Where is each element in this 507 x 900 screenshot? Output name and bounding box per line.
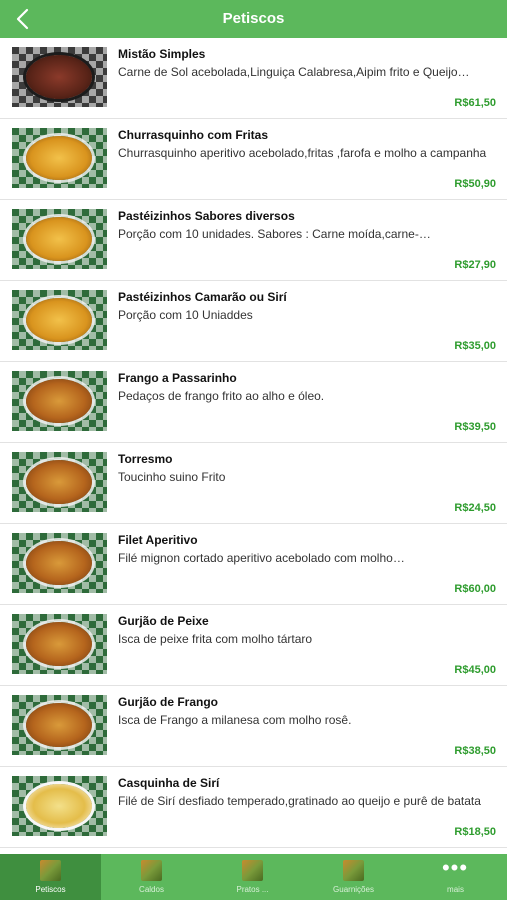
item-title: Churrasquinho com Fritas xyxy=(118,128,269,142)
item-title: Torresmo xyxy=(118,452,173,466)
item-title: Pastéizinhos Sabores diversos xyxy=(118,209,295,223)
item-title: Pastéizinhos Camarão ou Sirí xyxy=(118,290,287,304)
item-description: Porção com 10 Uniaddes xyxy=(118,308,253,322)
tab-petiscos[interactable]: Petiscos xyxy=(0,854,101,900)
tab-label: Caldos xyxy=(139,885,164,894)
pratos-food-icon xyxy=(242,860,263,881)
item-price: R$45,00 xyxy=(454,664,496,676)
tab-label: mais xyxy=(447,885,464,894)
item-thumbnail xyxy=(12,695,107,755)
petiscos-food-icon xyxy=(40,860,61,881)
tab-label: Guarnições xyxy=(333,885,374,894)
list-item[interactable]: Casquinha de Sirí Filé de Sirí desfiado … xyxy=(0,767,507,848)
list-item[interactable]: Gurjão de Frango Isca de Frango a milane… xyxy=(0,686,507,767)
item-thumbnail xyxy=(12,47,107,107)
item-price: R$24,50 xyxy=(454,502,496,514)
list-item[interactable]: Churrasquinho com Fritas Churrasquinho a… xyxy=(0,119,507,200)
tab-more[interactable]: ••• mais xyxy=(404,854,507,900)
tab-caldos[interactable]: Caldos xyxy=(101,854,202,900)
tab-label: Petiscos xyxy=(35,885,66,894)
caldos-food-icon xyxy=(141,860,162,881)
item-price: R$38,50 xyxy=(454,745,496,757)
navigation-bar: Petiscos xyxy=(0,0,507,38)
list-item[interactable]: Mistão Simples Carne de Sol acebolada,Li… xyxy=(0,38,507,119)
item-description: Toucinho suino Frito xyxy=(118,470,226,484)
item-title: Mistão Simples xyxy=(118,47,206,61)
item-title: Gurjão de Peixe xyxy=(118,614,209,628)
item-price: R$39,50 xyxy=(454,421,496,433)
item-price: R$35,00 xyxy=(454,340,496,352)
guarnicoes-food-icon xyxy=(343,860,364,881)
list-item[interactable]: Pastéizinhos Sabores diversos Porção com… xyxy=(0,200,507,281)
tab-bar: Petiscos Caldos Pratos ... Guarnições ••… xyxy=(0,854,507,900)
item-description: Isca de Frango a milanesa com molho rosê… xyxy=(118,713,352,727)
item-thumbnail xyxy=(12,209,107,269)
item-price: R$18,50 xyxy=(454,826,496,838)
list-item[interactable]: Gurjão de Peixe Isca de peixe frita com … xyxy=(0,605,507,686)
tab-label: Pratos ... xyxy=(236,885,269,894)
item-description: Carne de Sol acebolada,Linguiça Calabres… xyxy=(118,65,470,79)
item-description: Isca de peixe frita com molho tártaro xyxy=(118,632,313,646)
item-thumbnail xyxy=(12,614,107,674)
tab-guarnicoes[interactable]: Guarnições xyxy=(303,854,404,900)
item-thumbnail xyxy=(12,371,107,431)
page-title: Petiscos xyxy=(222,10,285,27)
item-description: Filé de Sirí desfiado temperado,gratinad… xyxy=(118,794,481,808)
item-title: Casquinha de Sirí xyxy=(118,776,220,790)
item-price: R$61,50 xyxy=(454,97,496,109)
item-title: Frango a Passarinho xyxy=(118,371,237,385)
tab-pratos[interactable]: Pratos ... xyxy=(202,854,303,900)
list-item[interactable]: Frango a Passarinho Pedaços de frango fr… xyxy=(0,362,507,443)
item-description: Churrasquinho aperitivo acebolado,fritas… xyxy=(118,146,487,160)
item-price: R$50,90 xyxy=(454,178,496,190)
item-thumbnail xyxy=(12,290,107,350)
item-title: Gurjão de Frango xyxy=(118,695,219,709)
item-thumbnail xyxy=(12,533,107,593)
more-dots-icon: ••• xyxy=(441,855,469,880)
item-title: Filet Aperitivo xyxy=(118,533,198,547)
menu-list[interactable]: Mistão Simples Carne de Sol acebolada,Li… xyxy=(0,38,507,854)
item-price: R$27,90 xyxy=(454,259,496,271)
item-price: R$60,00 xyxy=(454,583,496,595)
item-thumbnail xyxy=(12,776,107,836)
list-item[interactable]: Torresmo Toucinho suino Frito R$24,50 xyxy=(0,443,507,524)
item-thumbnail xyxy=(12,452,107,512)
item-description: Filé mignon cortado aperitivo acebolado … xyxy=(118,551,405,565)
list-item[interactable]: Pastéizinhos Camarão ou Sirí Porção com … xyxy=(0,281,507,362)
item-thumbnail xyxy=(12,128,107,188)
item-description: Porção com 10 unidades. Sabores : Carne … xyxy=(118,227,431,241)
list-item[interactable]: Filet Aperitivo Filé mignon cortado aper… xyxy=(0,524,507,605)
item-description: Pedaços de frango frito ao alho e óleo. xyxy=(118,389,325,403)
